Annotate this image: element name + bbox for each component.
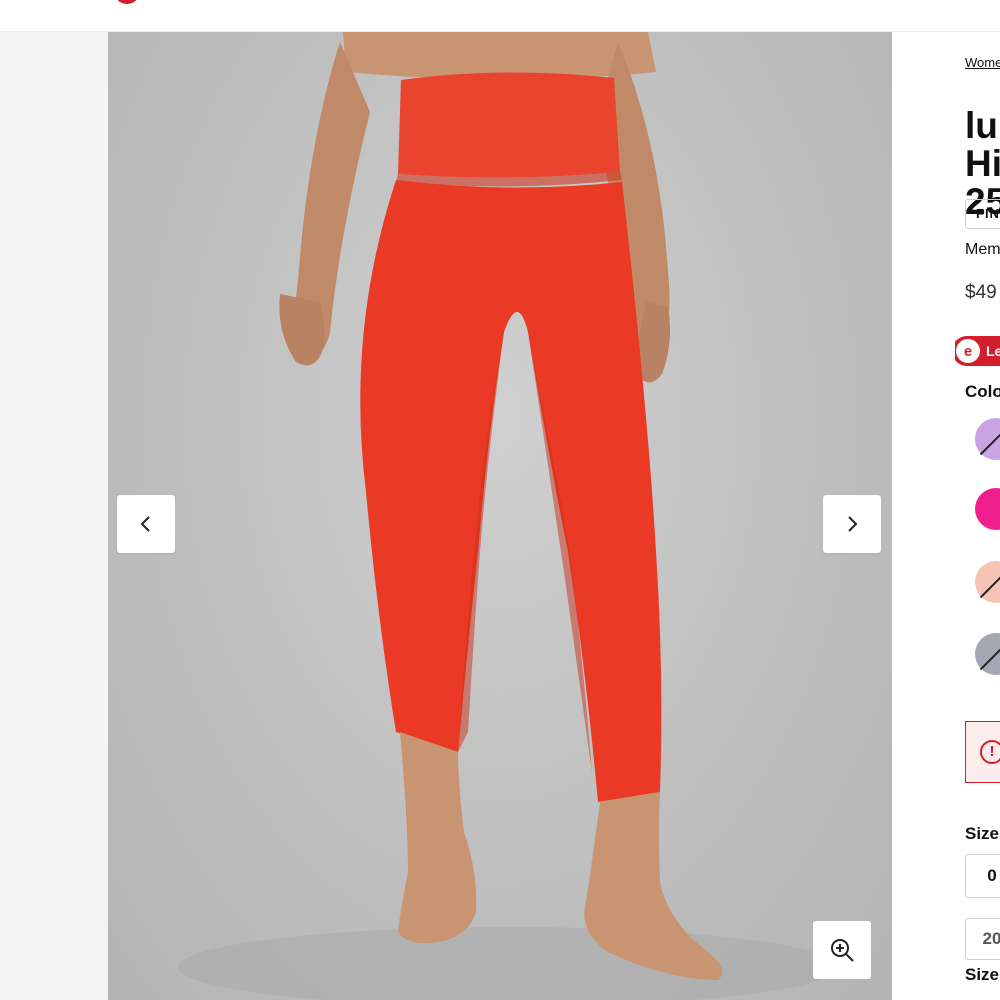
gallery-margin-right — [892, 32, 955, 1000]
product-gallery — [0, 32, 955, 1000]
colour-swatch[interactable] — [974, 487, 1000, 531]
product-image — [108, 32, 892, 1000]
size-guide-link[interactable]: Size Guide — [965, 965, 1000, 985]
find-your-size-button[interactable]: FIND YOUR SIZE — [965, 199, 1000, 229]
previous-image-button[interactable] — [117, 495, 175, 553]
promo-logo-icon: e — [956, 339, 980, 363]
alert-banner: ! — [965, 721, 1000, 783]
size-option[interactable]: 20 — [965, 918, 1000, 960]
promo-text: Learn more — [986, 343, 1000, 359]
site-header — [0, 0, 1000, 32]
colour-swatch[interactable] — [974, 632, 1000, 676]
colour-swatch[interactable] — [974, 560, 1000, 604]
promo-pill[interactable]: e Learn more — [955, 336, 1000, 366]
chevron-right-icon — [848, 516, 858, 532]
size-option[interactable]: 0 — [965, 854, 1000, 898]
zoom-in-icon — [831, 939, 854, 962]
colour-label: Colour — [965, 382, 1000, 401]
size-label: Size — [965, 824, 1000, 843]
lululemon-logo-icon[interactable] — [114, 0, 140, 4]
gallery-margin-left — [0, 32, 108, 1000]
member-price-label: Member Price — [965, 241, 1000, 258]
colour-swatch[interactable] — [974, 417, 1000, 461]
product-price: $49 — [965, 282, 997, 303]
product-details-panel: Women's Leggings lululemon Align™ High-R… — [955, 32, 1000, 1000]
chevron-left-icon — [140, 516, 150, 532]
zoom-button[interactable] — [813, 921, 871, 979]
alert-icon: ! — [980, 740, 1000, 764]
next-image-button[interactable] — [823, 495, 881, 553]
breadcrumb[interactable]: Women's Leggings — [965, 55, 1000, 70]
